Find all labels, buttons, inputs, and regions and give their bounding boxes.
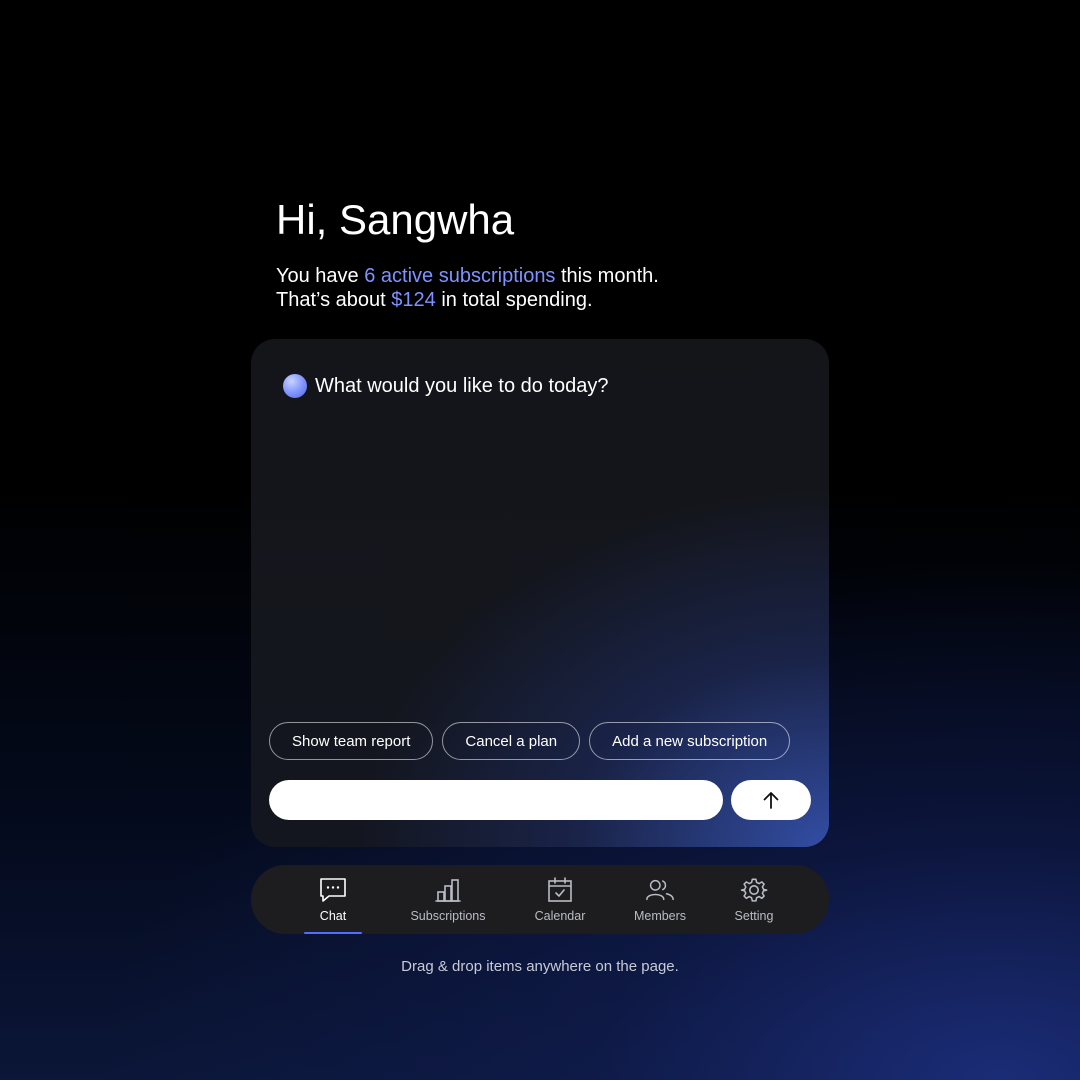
chat-input[interactable] xyxy=(269,780,723,820)
nav-active-indicator xyxy=(304,932,362,934)
assistant-orb-icon xyxy=(283,374,307,398)
greeting-section: Hi, Sangwha You have 6 active subscripti… xyxy=(276,192,836,312)
members-icon xyxy=(645,875,675,905)
nav-label-setting: Setting xyxy=(734,909,774,923)
suggestion-cancel-plan[interactable]: Cancel a plan xyxy=(442,722,581,760)
summary-line-1-suffix: this month. xyxy=(555,265,659,287)
assistant-prompt-text: What would you like to do today? xyxy=(315,375,609,397)
nav-label-calendar: Calendar xyxy=(534,909,586,923)
arrow-up-icon xyxy=(763,792,779,809)
send-button[interactable] xyxy=(731,780,811,820)
subscription-summary: You have 6 active subscriptions this mon… xyxy=(276,264,836,312)
nav-label-chat: Chat xyxy=(319,909,347,923)
suggestion-add-subscription[interactable]: Add a new subscription xyxy=(589,722,791,760)
total-spending-amount: $124 xyxy=(391,289,436,311)
drag-drop-hint: Drag & drop items anywhere on the page. xyxy=(401,958,679,975)
summary-line-2-prefix: That’s about xyxy=(276,289,392,311)
greeting-title: Hi, Sangwha xyxy=(276,196,515,243)
suggestion-show-team-report[interactable]: Show team report xyxy=(269,722,434,760)
calendar-icon xyxy=(545,875,575,905)
chat-bubble-icon xyxy=(318,875,348,905)
nav-item-setting[interactable]: Setting xyxy=(730,865,778,934)
nav-label-subscriptions: Subscriptions xyxy=(410,909,486,923)
nav-item-members[interactable]: Members xyxy=(630,865,690,934)
bottom-nav: Chat Subscriptions Calendar Members Sett… xyxy=(251,865,829,934)
chat-panel: What would you like to do today? Show te… xyxy=(251,339,829,847)
bar-chart-icon xyxy=(433,875,463,905)
nav-item-chat[interactable]: Chat xyxy=(304,865,362,934)
nav-item-calendar[interactable]: Calendar xyxy=(530,865,590,934)
nav-item-subscriptions[interactable]: Subscriptions xyxy=(403,865,493,934)
active-subscriptions-count: 6 active subscriptions xyxy=(364,265,556,287)
assistant-prompt: What would you like to do today? xyxy=(283,372,609,400)
suggestion-chips: Show team report Cancel a plan Add a new… xyxy=(269,722,791,760)
nav-label-members: Members xyxy=(633,909,687,923)
summary-line-2: That’s about $124 in total spending. xyxy=(276,288,836,312)
gear-icon xyxy=(739,875,769,905)
summary-line-2-suffix: in total spending. xyxy=(435,289,593,311)
summary-line-1-prefix: You have xyxy=(276,265,365,287)
summary-line-1: You have 6 active subscriptions this mon… xyxy=(276,264,836,288)
